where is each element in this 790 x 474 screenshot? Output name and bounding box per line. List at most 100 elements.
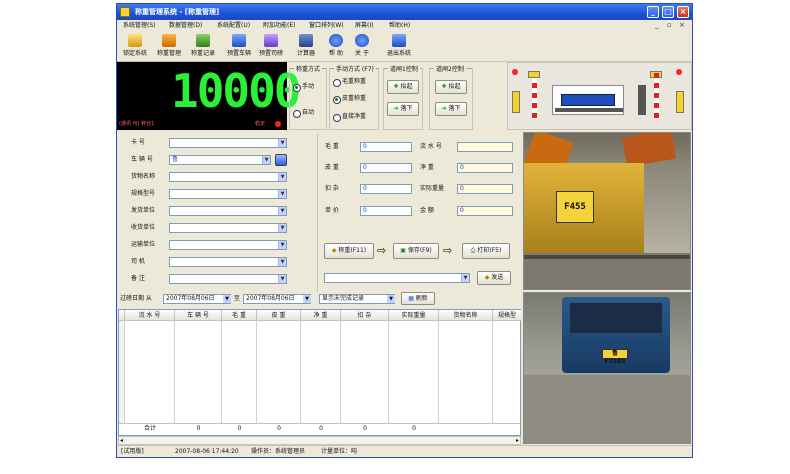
card-no-input[interactable]: ▼ bbox=[169, 138, 287, 148]
minimize-button[interactable]: _ bbox=[647, 6, 659, 18]
menu-extras[interactable]: 附加功能(E) bbox=[263, 21, 295, 31]
mdi-restore-icon[interactable]: ▫ bbox=[667, 21, 672, 29]
driver-input[interactable]: ▼ bbox=[169, 257, 287, 267]
chevron-down-icon[interactable]: ▼ bbox=[461, 274, 469, 282]
chevron-down-icon[interactable]: ▼ bbox=[223, 295, 231, 303]
print-button[interactable]: ⎙ 打印(F5) bbox=[462, 243, 510, 259]
weight-readout: 10000 bbox=[171, 64, 301, 118]
menu-screen[interactable]: 屏幕(I) bbox=[355, 21, 373, 31]
datetime-status: 2007-08-06 17:44:20 bbox=[175, 448, 239, 455]
mode-auto-radio[interactable]: 自动 bbox=[293, 109, 314, 118]
chevron-down-icon[interactable]: ▼ bbox=[278, 207, 286, 215]
menu-window[interactable]: 窗口排列(W) bbox=[309, 21, 344, 31]
receiver-input[interactable]: ▼ bbox=[169, 223, 287, 233]
price-input[interactable]: 0 bbox=[360, 206, 412, 216]
truck-body-icon bbox=[561, 94, 615, 106]
menu-data[interactable]: 数据管理(D) bbox=[169, 21, 202, 31]
preset-vehicle-button[interactable]: 预置车辆 bbox=[223, 34, 255, 57]
date-to-picker[interactable]: 2007年08月06日 bbox=[243, 294, 311, 304]
close-button[interactable]: × bbox=[677, 6, 689, 18]
gate2-group: 道闸2控制 ✚ 抬起 ➔ 落下 bbox=[429, 64, 473, 130]
rear-plate: F455 bbox=[556, 191, 594, 223]
menu-system[interactable]: 系统管理(S) bbox=[123, 21, 156, 31]
gate-pole-right-icon bbox=[654, 73, 659, 119]
weigh-manage-button[interactable]: 称重管理 bbox=[153, 34, 185, 57]
save-icon: ▣ bbox=[400, 247, 406, 254]
date-from-picker[interactable]: 2007年08月06日 bbox=[163, 294, 231, 304]
tare-input[interactable]: 0 bbox=[360, 163, 412, 173]
chevron-down-icon[interactable]: ▼ bbox=[278, 139, 286, 147]
chevron-down-icon[interactable]: ▼ bbox=[278, 241, 286, 249]
records-table[interactable]: 流 水 号 车 辆 号 毛 重 皮 重 净 重 扣 杂 实际重量 货物名称 规格… bbox=[118, 309, 521, 436]
col-net[interactable]: 净 重 bbox=[301, 310, 341, 321]
lock-system-button[interactable]: 锁定系统 bbox=[119, 34, 151, 57]
record-type-select[interactable]: 显示未完成记录 bbox=[319, 294, 395, 304]
camera-view-bottom[interactable]: 鲁F7185 bbox=[523, 292, 691, 444]
serial-label: 流 水 号 bbox=[420, 143, 442, 150]
total-gross: 0 bbox=[237, 425, 242, 432]
title-bar[interactable]: 称重管理系统 - [称重管理] _ □ × bbox=[117, 4, 692, 20]
goods-input[interactable]: ▼ bbox=[169, 172, 287, 182]
save-button[interactable]: ▣ 保存(F9) bbox=[393, 243, 439, 259]
info-icon bbox=[355, 34, 369, 47]
serial-input bbox=[457, 142, 513, 152]
scroll-left-icon[interactable]: ◂ bbox=[120, 437, 123, 444]
calculator-button[interactable]: 计算器 bbox=[293, 34, 319, 57]
chevron-down-icon[interactable]: ▼ bbox=[262, 156, 270, 164]
remark-input[interactable]: ▼ bbox=[169, 274, 287, 284]
horizontal-scrollbar[interactable]: ◂ ▸ bbox=[118, 436, 521, 445]
total-plate: 0 bbox=[196, 425, 201, 432]
exit-system-button[interactable]: 退出系统 bbox=[383, 34, 415, 57]
menu-help[interactable]: 帮助(H) bbox=[389, 21, 410, 31]
preset-scale-button[interactable]: 预置司磅 bbox=[255, 34, 287, 57]
gate1-raise-button[interactable]: ✚ 抬起 bbox=[387, 80, 419, 94]
total-deduct: 0 bbox=[363, 425, 367, 432]
maximize-button[interactable]: □ bbox=[662, 6, 674, 18]
gate2-raise-button[interactable]: ✚ 抬起 bbox=[435, 80, 467, 94]
sender-input[interactable]: ▼ bbox=[169, 206, 287, 216]
platform-end-icon bbox=[638, 85, 646, 115]
col-actual[interactable]: 实际重量 bbox=[389, 310, 439, 321]
chevron-down-icon[interactable]: ▼ bbox=[278, 224, 286, 232]
mdi-close-icon[interactable]: × bbox=[679, 21, 685, 29]
mdi-minimize-icon[interactable]: _ bbox=[655, 21, 659, 29]
carrier-input[interactable]: ▼ bbox=[169, 240, 287, 250]
chevron-down-icon[interactable]: ▼ bbox=[303, 295, 311, 303]
about-button[interactable]: 关 于 bbox=[351, 34, 373, 57]
gate2-lower-button[interactable]: ➔ 落下 bbox=[435, 102, 467, 116]
gate1-group: 道闸1控制 ✚ 抬起 ➔ 落下 bbox=[383, 64, 423, 130]
gross-weigh-radio[interactable]: 毛重称重 bbox=[333, 78, 366, 87]
weigh-records-button[interactable]: 称重记录 bbox=[187, 34, 219, 57]
spec-input[interactable]: ▼ bbox=[169, 189, 287, 199]
help-button[interactable]: 帮 助 bbox=[325, 34, 347, 57]
col-deduct[interactable]: 扣 杂 bbox=[341, 310, 389, 321]
status-bar: [试用版] 2007-08-06 17:44:20 操作员：系统管理员 计量单位… bbox=[117, 445, 692, 457]
gross-input[interactable]: 0 bbox=[360, 142, 412, 152]
weigh-button[interactable]: ◆ 称重(F11) bbox=[324, 243, 374, 259]
plate-lookup-icon[interactable] bbox=[275, 154, 287, 166]
chevron-down-icon[interactable]: ▼ bbox=[278, 275, 286, 283]
deduct-input[interactable]: 0 bbox=[360, 184, 412, 194]
deduct-label: 扣 杂 bbox=[325, 185, 339, 192]
mode-manual-radio[interactable]: 手动 bbox=[293, 83, 314, 92]
col-gross[interactable]: 毛 重 bbox=[222, 310, 257, 321]
col-plate[interactable]: 车 辆 号 bbox=[175, 310, 222, 321]
col-goods[interactable]: 货物名称 bbox=[439, 310, 493, 321]
chevron-down-icon[interactable]: ▼ bbox=[278, 258, 286, 266]
refresh-button[interactable]: ▦ 刷新 bbox=[401, 292, 435, 305]
message-select[interactable]: ▼ bbox=[324, 273, 470, 283]
chevron-down-icon[interactable]: ▼ bbox=[278, 190, 286, 198]
col-tare[interactable]: 皮 重 bbox=[257, 310, 301, 321]
scroll-right-icon[interactable]: ▸ bbox=[516, 437, 519, 444]
col-serial[interactable]: 流 水 号 bbox=[125, 310, 175, 321]
tare-weigh-radio[interactable]: 皮重称重 bbox=[333, 95, 366, 104]
col-spec[interactable]: 规格型 bbox=[493, 310, 521, 321]
send-button[interactable]: ◆ 发送 bbox=[477, 271, 511, 285]
chevron-down-icon[interactable]: ▼ bbox=[278, 173, 286, 181]
plate-input[interactable]: 鲁 ▼ bbox=[169, 155, 271, 165]
chevron-down-icon[interactable]: ▼ bbox=[387, 295, 395, 303]
camera-view-top[interactable]: F455 bbox=[523, 132, 691, 290]
menu-config[interactable]: 系统配置(U) bbox=[217, 21, 250, 31]
gate1-lower-button[interactable]: ➔ 落下 bbox=[387, 102, 419, 116]
direct-net-radio[interactable]: 直接净重 bbox=[333, 113, 366, 122]
